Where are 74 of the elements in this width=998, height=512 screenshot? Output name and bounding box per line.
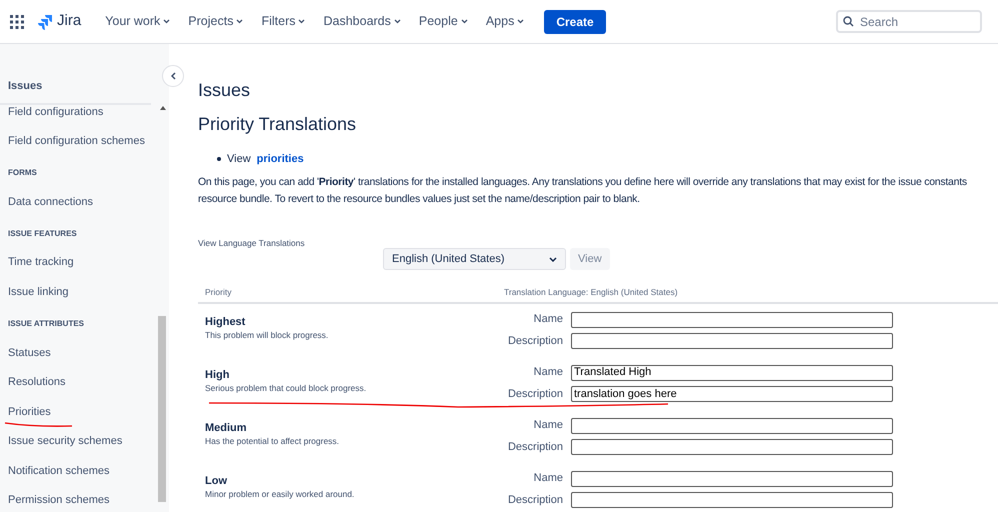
- sidebar-item[interactable]: Field configuration schemes: [8, 133, 145, 150]
- column-header: Priority: [204, 286, 232, 300]
- sidebar-item[interactable]: Notification schemes: [8, 462, 110, 480]
- priority-description: Has the potential to affect progress.: [205, 435, 340, 448]
- column-header: Translation Language: English (United States): [504, 286, 678, 300]
- text-field[interactable]: [571, 418, 893, 434]
- field-label: Description: [506, 334, 563, 349]
- priority-description: Minor problem or easily worked around.: [205, 488, 356, 500]
- chevron-down-icon: [236, 19, 244, 24]
- nav-menu[interactable]: Dashboards: [321, 12, 403, 31]
- intro-text: On this page, you can add 'Priority' translations for the installed languages. Any translations you define here will override any translations that may exist for the issue constants: [198, 174, 968, 190]
- text-field[interactable]: [571, 439, 893, 455]
- chevron-down-icon: [460, 19, 468, 24]
- sidebar-item[interactable]: Time tracking: [8, 254, 74, 271]
- priority-name: Medium: [205, 421, 248, 436]
- text-field[interactable]: [571, 470, 893, 486]
- sidebar-item[interactable]: Resolutions: [8, 374, 66, 391]
- collapse-button[interactable]: [162, 65, 184, 87]
- priority-description: This problem will block progress.: [205, 329, 330, 342]
- search-icon: [843, 16, 854, 26]
- chevron-down-icon: [163, 19, 170, 24]
- chevron-down-icon: [549, 256, 557, 262]
- chevron-left-icon: [170, 72, 176, 80]
- field-label: Description: [506, 440, 563, 455]
- field-label: Name: [532, 418, 563, 434]
- text-field[interactable]: translation goes here: [571, 386, 893, 402]
- nav-menu[interactable]: Apps: [484, 12, 526, 31]
- field-label: Description: [506, 492, 563, 508]
- nav-menu[interactable]: Projects: [186, 12, 246, 31]
- scroll-up-icon[interactable]: [160, 106, 166, 110]
- bullet-text: View: [227, 152, 251, 167]
- nav-menu[interactable]: Your work: [103, 12, 172, 31]
- field-label: Name: [532, 365, 563, 380]
- chevron-down-icon: [517, 19, 524, 24]
- priority-name: Highest: [205, 315, 246, 330]
- priorities-link[interactable]: priorities: [256, 151, 304, 168]
- sidebar-item[interactable]: Permission schemes: [8, 492, 110, 509]
- logo-icon: [38, 14, 53, 30]
- text-field[interactable]: [571, 333, 893, 349]
- sidebar-item[interactable]: Priorities: [8, 404, 51, 420]
- text-field[interactable]: [571, 312, 893, 328]
- priority-name: Low: [205, 474, 228, 488]
- create-button[interactable]: Create: [544, 10, 606, 34]
- intro-text: resource bundle. To revert to the resource bundles values just set the name/description pair to blank.: [198, 192, 641, 206]
- language-label: View Language Translations: [198, 236, 306, 250]
- app-grid-icon[interactable]: [10, 14, 24, 28]
- chevron-down-icon: [298, 19, 306, 24]
- priority-name: High: [205, 368, 230, 382]
- priority-description: Serious problem that could block progress.: [205, 382, 368, 394]
- nav-menu[interactable]: Filters: [259, 12, 308, 31]
- sidebar-item[interactable]: Issue security schemes: [8, 433, 122, 450]
- text-field[interactable]: [571, 492, 893, 508]
- chevron-down-icon: [394, 19, 401, 24]
- sidebar-title: Issues: [8, 80, 42, 92]
- page-subtitle: Priority Translations: [198, 113, 358, 136]
- nav-menu[interactable]: People: [416, 12, 470, 31]
- app-name[interactable]: Jira: [57, 10, 82, 33]
- search-field[interactable]: Search: [836, 10, 982, 33]
- page-title: Issues: [198, 79, 252, 102]
- bullet-icon: [217, 157, 221, 162]
- annotation-line: [4, 421, 74, 429]
- sidebar-heading: ISSUE FEATURES: [8, 228, 77, 240]
- field-label: Name: [532, 312, 563, 328]
- field-label: Name: [532, 471, 563, 486]
- sidebar-heading: FORMS: [8, 167, 37, 180]
- sidebar-heading: ISSUE ATTRIBUTES: [8, 318, 84, 330]
- sidebar-item[interactable]: Issue linking: [8, 284, 69, 300]
- sidebar-item[interactable]: Data connections: [8, 194, 93, 210]
- sidebar-item[interactable]: Field configurations: [8, 104, 104, 120]
- field-label: Description: [506, 386, 563, 402]
- language-select[interactable]: English (United States): [383, 248, 566, 270]
- scrollbar-thumb[interactable]: [158, 316, 166, 502]
- sidebar-item[interactable]: Statuses: [8, 344, 51, 362]
- text-field[interactable]: Translated High: [571, 364, 893, 380]
